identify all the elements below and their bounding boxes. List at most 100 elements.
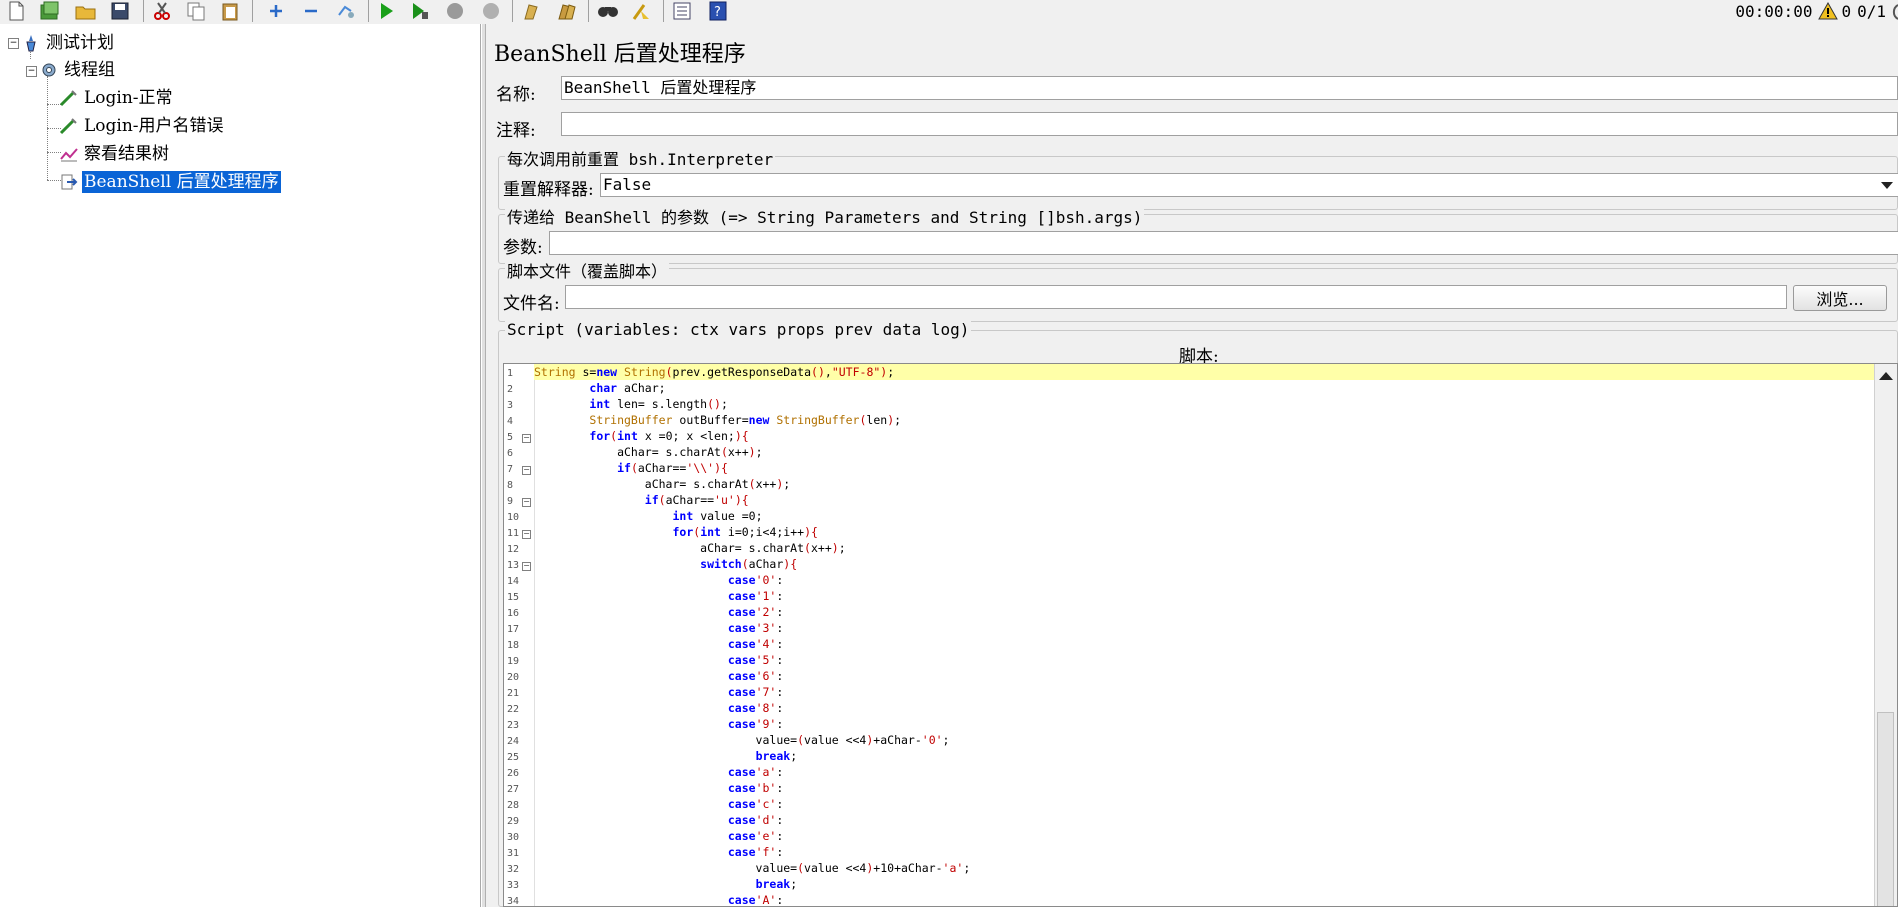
line-number: 20 xyxy=(507,672,520,683)
fold-toggle-icon[interactable]: − xyxy=(522,434,531,443)
save-icon[interactable] xyxy=(106,0,134,22)
http-sampler-icon xyxy=(59,89,79,107)
warning-icon[interactable] xyxy=(1818,2,1839,20)
toolbar: ? 00:00:00 0 0/1 xyxy=(0,0,1898,25)
toolbar-separator xyxy=(143,0,144,22)
script-code[interactable]: String s=new String(prev.getResponseData… xyxy=(534,364,1875,906)
code-line[interactable]: case'd': xyxy=(534,812,1875,828)
code-line[interactable]: case'e': xyxy=(534,828,1875,844)
fold-toggle-icon[interactable]: − xyxy=(522,466,531,475)
code-line[interactable]: String s=new String(prev.getResponseData… xyxy=(534,364,1875,380)
tree-item-label: 线程组 xyxy=(64,60,115,80)
code-line[interactable]: for(int i=0;i<4;i++){ xyxy=(534,524,1875,540)
code-line[interactable]: aChar= s.charAt(x++); xyxy=(534,476,1875,492)
line-number: 8 xyxy=(507,480,514,491)
scrollbar-thumb[interactable] xyxy=(1877,712,1894,906)
clear-all-icon[interactable] xyxy=(552,0,580,22)
comment-input[interactable] xyxy=(561,112,1898,136)
script-file-group: 脚本文件（覆盖脚本） 文件名: 浏览... xyxy=(498,258,1898,322)
fold-toggle-icon[interactable]: − xyxy=(522,498,531,507)
scroll-up-icon[interactable] xyxy=(1875,368,1897,384)
open-icon[interactable] xyxy=(72,0,100,22)
templates-icon[interactable] xyxy=(36,0,64,22)
stop-icon[interactable] xyxy=(441,0,469,22)
tree-item-view-results-tree[interactable]: 察看结果树 xyxy=(59,142,171,166)
test-plan-icon xyxy=(21,34,41,52)
reset-search-icon[interactable] xyxy=(628,0,656,22)
tree-item-beanshell-postprocessor[interactable]: BeanShell 后置处理程序 xyxy=(59,170,282,194)
code-line[interactable]: value=(value <<4)+aChar-'0'; xyxy=(534,732,1875,748)
toolbar-separator xyxy=(252,0,253,22)
code-line[interactable]: case'7': xyxy=(534,684,1875,700)
code-line[interactable]: case'c': xyxy=(534,796,1875,812)
code-line[interactable]: if(aChar=='\\'){ xyxy=(534,460,1875,476)
file-name-input[interactable] xyxy=(565,285,1787,309)
reset-interpreter-group: 每次调用前重置 bsh.Interpreter 重置解释器: False xyxy=(498,146,1898,210)
code-line[interactable]: case'0': xyxy=(534,572,1875,588)
code-line[interactable]: case'3': xyxy=(534,620,1875,636)
code-line[interactable]: int value =0; xyxy=(534,508,1875,524)
script-editor[interactable]: 1 2 3 4 5−6 7−8 9−10 11−12 13−14 15 16 17 18 19 20 21 22… xyxy=(503,363,1898,907)
code-line[interactable]: case'b': xyxy=(534,780,1875,796)
help-icon[interactable]: ? xyxy=(704,0,732,22)
start-icon[interactable] xyxy=(372,0,400,22)
tree-item-login-normal[interactable]: Login-正常 xyxy=(59,86,175,110)
line-number: 22 xyxy=(507,704,520,715)
parameters-input[interactable] xyxy=(549,231,1898,255)
file-group-title: 脚本文件（覆盖脚本） xyxy=(505,258,670,282)
reset-group-title: 每次调用前重置 bsh.Interpreter xyxy=(505,146,776,170)
paste-icon[interactable] xyxy=(216,0,244,22)
chevron-down-icon[interactable] xyxy=(1876,174,1898,196)
line-number: 4 xyxy=(507,416,514,427)
function-helper-icon[interactable] xyxy=(668,0,696,22)
code-line[interactable]: case'5': xyxy=(534,652,1875,668)
status-indicator-icon xyxy=(1892,4,1898,20)
tree-item-thread-group[interactable]: 线程组 xyxy=(39,58,117,82)
code-line[interactable]: case'1': xyxy=(534,588,1875,604)
fold-toggle-icon[interactable]: − xyxy=(522,562,531,571)
fold-toggle-icon[interactable]: − xyxy=(522,530,531,539)
code-line[interactable]: case'8': xyxy=(534,700,1875,716)
reset-interpreter-select[interactable]: False xyxy=(600,173,1898,197)
code-line[interactable]: case'a': xyxy=(534,764,1875,780)
code-line[interactable]: case'9': xyxy=(534,716,1875,732)
script-group-title: Script (variables: ctx vars props prev d… xyxy=(505,320,972,339)
copy-icon[interactable] xyxy=(182,0,210,22)
toggle-icon[interactable] xyxy=(332,0,360,22)
line-number: 13 xyxy=(507,560,520,571)
cut-icon[interactable] xyxy=(148,0,176,22)
code-line[interactable]: case'4': xyxy=(534,636,1875,652)
search-icon[interactable] xyxy=(594,0,622,22)
code-line[interactable]: case'f': xyxy=(534,844,1875,860)
code-line[interactable]: break; xyxy=(534,748,1875,764)
line-number: 24 xyxy=(507,736,520,747)
code-line[interactable]: if(aChar=='u'){ xyxy=(534,492,1875,508)
code-line[interactable]: char aChar; xyxy=(534,380,1875,396)
tree-item-login-username-error[interactable]: Login-用户名错误 xyxy=(59,114,226,138)
code-line[interactable]: int len= s.length(); xyxy=(534,396,1875,412)
code-line[interactable]: switch(aChar){ xyxy=(534,556,1875,572)
code-line[interactable]: aChar= s.charAt(x++); xyxy=(534,444,1875,460)
collapse-test-plan-toggle[interactable]: − xyxy=(8,38,19,49)
shutdown-icon[interactable] xyxy=(477,0,505,22)
code-line[interactable]: case'6': xyxy=(534,668,1875,684)
code-line[interactable]: case'A': xyxy=(534,892,1875,906)
collapse-thread-group-toggle[interactable]: − xyxy=(26,66,37,77)
new-icon[interactable] xyxy=(2,0,30,22)
code-line[interactable]: value=(value <<4)+10+aChar-'a'; xyxy=(534,860,1875,876)
parameters-group: 传递给 BeanShell 的参数 (=> String Parameters … xyxy=(498,204,1898,264)
code-line[interactable]: break; xyxy=(534,876,1875,892)
code-line[interactable]: for(int x =0; x <len;){ xyxy=(534,428,1875,444)
code-line[interactable]: StringBuffer outBuffer=new StringBuffer(… xyxy=(534,412,1875,428)
start-no-pause-icon[interactable] xyxy=(406,0,434,22)
expand-icon[interactable] xyxy=(262,0,290,22)
collapse-icon[interactable] xyxy=(297,0,325,22)
post-processor-icon xyxy=(59,173,79,191)
code-line[interactable]: case'2': xyxy=(534,604,1875,620)
tree-item-test-plan[interactable]: 测试计划 xyxy=(21,31,116,55)
name-input[interactable]: BeanShell 后置处理程序 xyxy=(561,76,1898,100)
code-line[interactable]: aChar= s.charAt(x++); xyxy=(534,540,1875,556)
vertical-scrollbar[interactable] xyxy=(1874,364,1897,906)
browse-button[interactable]: 浏览... xyxy=(1793,285,1887,311)
clear-icon[interactable] xyxy=(516,0,544,22)
